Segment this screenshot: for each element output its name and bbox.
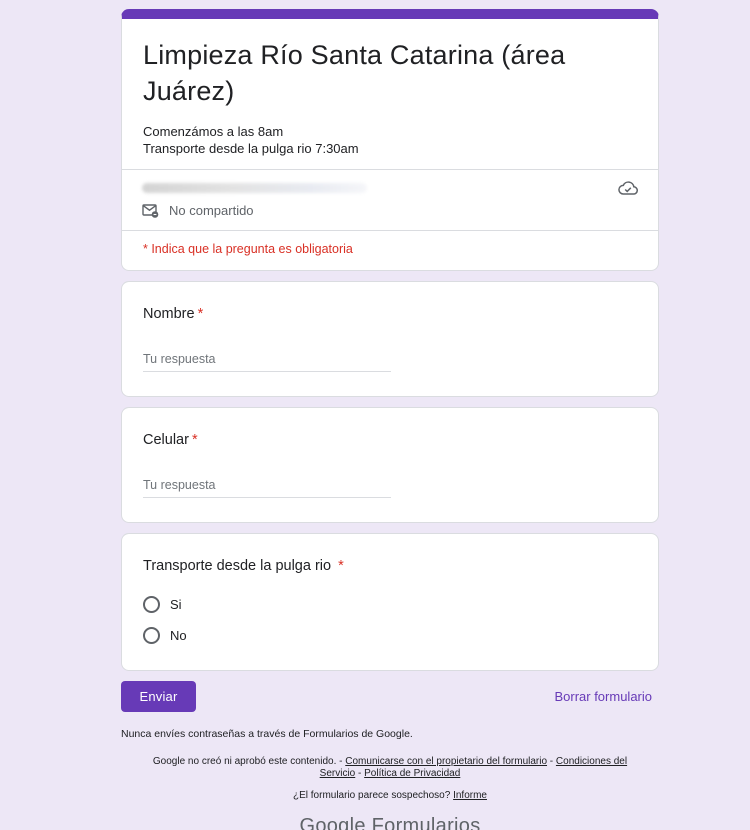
radio-label: Si (170, 597, 182, 612)
form-header-card: Limpieza Río Santa Catarina (área Juárez… (121, 9, 659, 271)
question-title-text: Transporte desde la pulga rio (143, 558, 332, 574)
description-line: Comenzámos a las 8am (143, 124, 284, 139)
brand-product: Formularios (371, 815, 481, 830)
nombre-input[interactable] (143, 348, 391, 372)
brand-google: Google (299, 815, 366, 830)
radio-label: No (170, 628, 187, 643)
account-row: No compartido (122, 170, 658, 230)
question-title-text: Celular (143, 432, 189, 448)
submit-button[interactable]: Enviar (121, 681, 196, 712)
form-container: Limpieza Río Santa Catarina (área Juárez… (121, 9, 659, 830)
separator: - (355, 768, 365, 779)
question-card-nombre: Nombre * (121, 281, 659, 397)
blurred-account-email (142, 183, 367, 193)
report-link[interactable]: Informe (453, 790, 487, 801)
google-forms-logo[interactable]: Google Formularios (121, 815, 659, 830)
legal-text: Google no creó ni aprobó este contenido.… (152, 756, 346, 767)
description-line: Transporte desde la pulga rio 7:30am (143, 141, 359, 156)
question-card-celular: Celular * (121, 407, 659, 523)
form-description: Comenzámos a las 8am Transporte desde la… (122, 109, 658, 157)
celular-input[interactable] (143, 474, 391, 498)
cloud-saved-icon[interactable] (618, 180, 638, 201)
share-status: No compartido (142, 203, 254, 218)
required-star: * (197, 306, 204, 322)
radio-group: Si No (143, 596, 638, 644)
required-star: * (191, 432, 198, 448)
privacy-link[interactable]: Política de Privacidad (364, 768, 460, 779)
question-card-transporte: Transporte desde la pulga rio * Si No (121, 533, 659, 671)
required-star: * (338, 558, 344, 574)
question-title-text: Nombre (143, 306, 195, 322)
clear-form-button[interactable]: Borrar formulario (554, 689, 652, 704)
required-note: * Indica que la pregunta es obligatoria (143, 242, 353, 256)
question-title: Celular * (143, 430, 638, 450)
share-status-label: No compartido (169, 203, 254, 218)
radio-option-no[interactable]: No (143, 627, 638, 644)
legal-notice: Google no creó ni aprobó este contenido.… (121, 756, 659, 780)
password-warning: Nunca envíes contraseñas a través de For… (121, 728, 413, 740)
radio-button[interactable] (143, 627, 160, 644)
form-actions: Enviar Borrar formulario (121, 681, 659, 729)
suspicious-text: ¿El formulario parece sospechoso? (293, 790, 454, 801)
question-title: Transporte desde la pulga rio * (143, 556, 638, 576)
contact-owner-link[interactable]: Comunicarse con el propietario del formu… (345, 756, 547, 767)
separator: - (547, 756, 556, 767)
question-title: Nombre * (143, 304, 638, 324)
report-row: ¿El formulario parece sospechoso? Inform… (121, 790, 659, 801)
radio-button[interactable] (143, 596, 160, 613)
mail-not-shared-icon (142, 203, 159, 218)
form-title: Limpieza Río Santa Catarina (área Juárez… (143, 40, 566, 106)
radio-option-si[interactable]: Si (143, 596, 638, 613)
